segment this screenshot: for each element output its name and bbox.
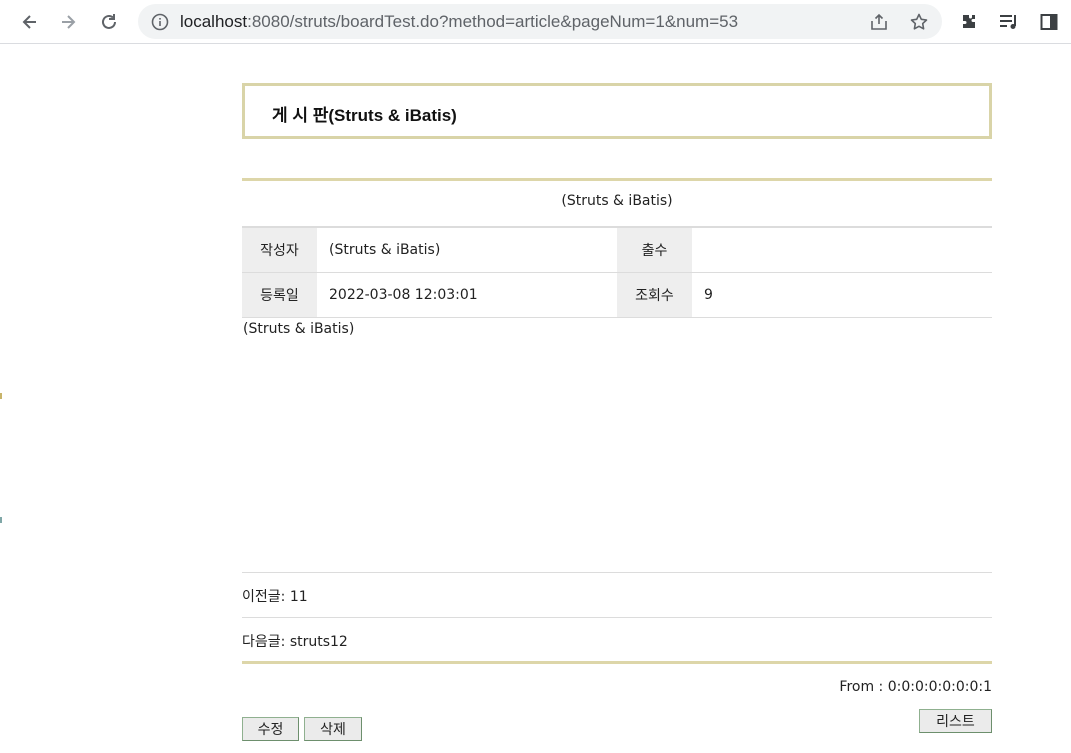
- prev-link[interactable]: 11: [290, 589, 308, 605]
- star-icon[interactable]: [908, 11, 930, 33]
- share-icon[interactable]: [868, 11, 890, 33]
- back-arrow-icon[interactable]: [14, 6, 46, 38]
- date-label: 등록일: [242, 273, 317, 317]
- row-rule: [242, 317, 992, 318]
- puzzle-icon[interactable]: [956, 8, 982, 36]
- next-label: 다음글:: [242, 634, 290, 650]
- article-subject: (Struts & iBatis): [561, 193, 673, 209]
- prev-article[interactable]: 이전글: 11: [242, 586, 308, 606]
- from-ip: From : 0:0:0:0:0:0:0:1: [839, 679, 992, 695]
- content-rule: [242, 572, 992, 573]
- list-button[interactable]: 리스트: [919, 709, 992, 733]
- bottom-rule: [242, 661, 992, 664]
- edit-button[interactable]: 수정: [242, 717, 299, 741]
- url-text[interactable]: localhost:8080/struts/boardTest.do?metho…: [180, 12, 738, 32]
- delete-button[interactable]: 삭제: [304, 717, 362, 741]
- address-bar[interactable]: localhost:8080/struts/boardTest.do?metho…: [138, 4, 942, 39]
- article-content: (Struts & iBatis): [243, 321, 355, 337]
- file-label: 출수: [617, 228, 692, 272]
- info-icon[interactable]: [149, 11, 171, 33]
- top-rule: [242, 178, 992, 181]
- author-value: (Struts & iBatis): [329, 242, 441, 258]
- next-article[interactable]: 다음글: struts12: [242, 631, 348, 651]
- nav-rule: [242, 617, 992, 618]
- url-host: localhost: [180, 12, 248, 31]
- edge-marker: [0, 517, 2, 523]
- edge-marker: [0, 393, 2, 399]
- file-value: [704, 228, 984, 272]
- date-value: 2022-03-08 12:03:01: [329, 287, 478, 303]
- browser-toolbar: localhost:8080/struts/boardTest.do?metho…: [0, 0, 1071, 44]
- side-panel-icon[interactable]: [1036, 8, 1062, 36]
- media-icon[interactable]: [996, 8, 1022, 36]
- page-content: 게 시 판(Struts & iBatis) (Struts & iBatis)…: [0, 45, 1071, 753]
- prev-label: 이전글:: [242, 589, 290, 605]
- forward-arrow-icon[interactable]: [52, 6, 84, 38]
- board-title-box: 게 시 판(Struts & iBatis): [242, 83, 992, 139]
- reload-icon[interactable]: [93, 6, 125, 38]
- author-label: 작성자: [242, 228, 317, 272]
- views-label: 조회수: [617, 273, 692, 317]
- board-title: 게 시 판(Struts & iBatis): [272, 106, 457, 125]
- url-path: :8080/struts/boardTest.do?method=article…: [247, 12, 739, 31]
- views-value: 9: [704, 287, 713, 303]
- next-link[interactable]: struts12: [290, 634, 348, 650]
